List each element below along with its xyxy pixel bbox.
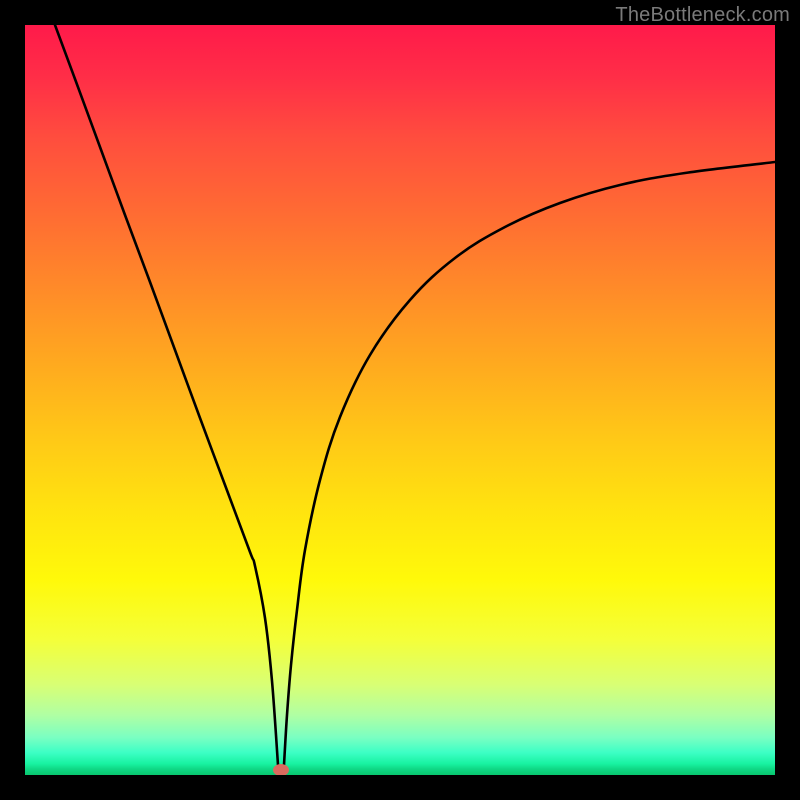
plot-area xyxy=(25,25,775,775)
chart-frame: TheBottleneck.com xyxy=(0,0,800,800)
attribution-watermark: TheBottleneck.com xyxy=(615,4,790,27)
curve-left-branch xyxy=(55,25,278,765)
minimum-marker xyxy=(273,764,289,775)
curve-right-branch xyxy=(284,162,775,765)
curve-layer xyxy=(25,25,775,775)
